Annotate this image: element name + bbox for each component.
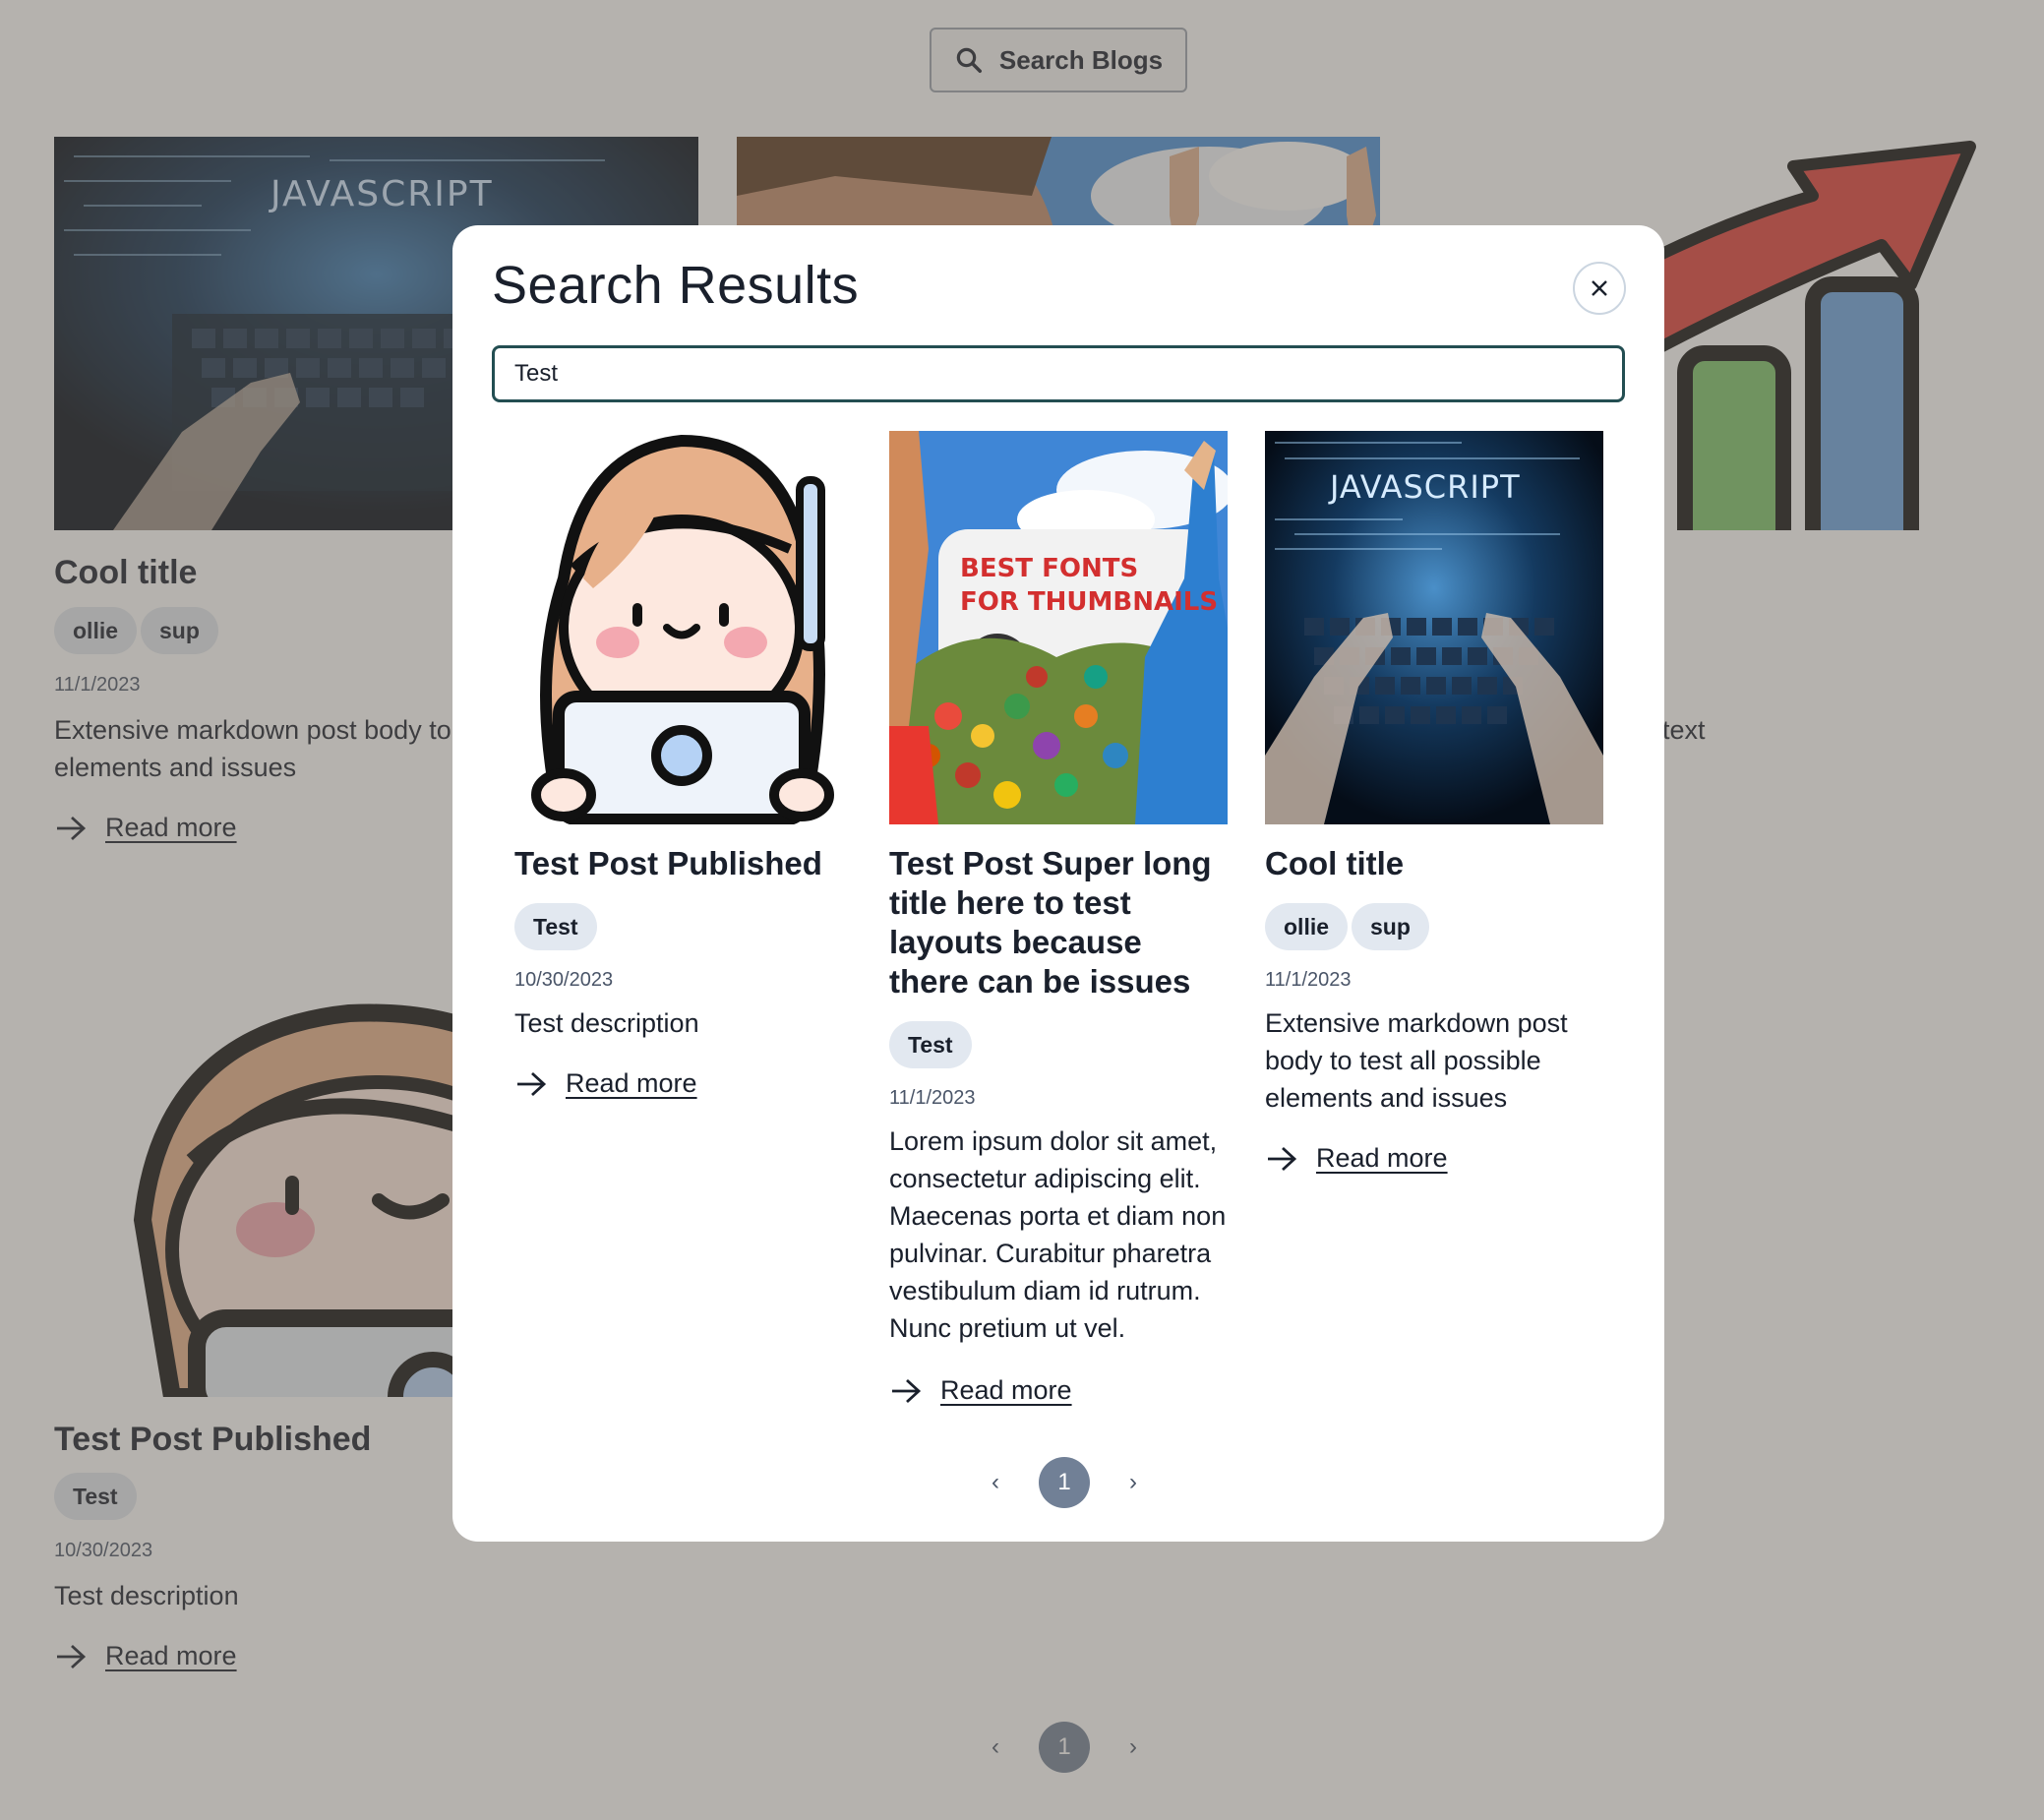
- result-tags: Test: [889, 1021, 972, 1068]
- read-more-label: Read more: [1316, 1143, 1448, 1173]
- result-description: Lorem ipsum dolor sit amet, consectetur …: [889, 1126, 1227, 1343]
- result-tags: Test: [514, 903, 597, 950]
- result-date: 11/1/2023: [889, 1087, 976, 1109]
- search-input[interactable]: [492, 345, 1625, 402]
- read-more-label: Read more: [566, 1068, 697, 1098]
- read-more-label: Read more: [940, 1375, 1072, 1405]
- modal-pagination: ‹ 1 ›: [976, 1457, 1153, 1508]
- arrow-right-icon: [892, 1378, 922, 1403]
- result-thumbnail-cartoon[interactable]: [514, 431, 853, 824]
- result-description: Extensive markdown post body to test all…: [1265, 1008, 1568, 1113]
- result-title[interactable]: Test Post Published: [514, 844, 853, 883]
- prev-page-button[interactable]: ‹: [976, 1469, 1015, 1496]
- result-date: 11/1/2023: [1265, 969, 1352, 991]
- thumbnail-text: JAVASCRIPT: [1328, 468, 1521, 506]
- read-more-link[interactable]: Read more: [1265, 1143, 1448, 1174]
- result-thumbnail-fonts[interactable]: BEST FONTS FOR THUMBNAILS: [889, 431, 1228, 824]
- close-icon: [1592, 280, 1607, 296]
- next-page-button[interactable]: ›: [1113, 1469, 1153, 1496]
- result-description: Test description: [514, 1008, 699, 1038]
- page-number-button[interactable]: 1: [1039, 1457, 1090, 1508]
- tag-chip[interactable]: Test: [889, 1021, 972, 1068]
- result-title[interactable]: Cool title: [1265, 844, 1603, 883]
- tag-chip[interactable]: ollie: [1265, 903, 1349, 950]
- search-results-modal: Search Results Test Test Post Published …: [452, 225, 1664, 1542]
- close-button[interactable]: [1573, 262, 1626, 315]
- tag-chip[interactable]: sup: [1352, 903, 1429, 950]
- read-more-link[interactable]: Read more: [514, 1068, 697, 1099]
- modal-title: Search Results: [492, 256, 860, 315]
- arrow-right-icon: [1268, 1146, 1297, 1171]
- result-date: 10/30/2023: [514, 969, 614, 991]
- blog-page: Search Blogs JAVASCRIPT Cool title ollie…: [0, 0, 2044, 1820]
- thumbnail-text: BEST FONTS: [960, 554, 1138, 583]
- svg-text:FOR THUMBNAILS: FOR THUMBNAILS: [960, 587, 1218, 617]
- result-tags: ollie sup: [1265, 903, 1429, 950]
- result-thumbnail-javascript[interactable]: JAVASCRIPT: [1265, 431, 1603, 824]
- read-more-link[interactable]: Read more: [889, 1375, 1072, 1406]
- arrow-right-icon: [517, 1071, 547, 1096]
- tag-chip[interactable]: Test: [514, 903, 597, 950]
- result-title[interactable]: Test Post Super long title here to test …: [889, 844, 1228, 1001]
